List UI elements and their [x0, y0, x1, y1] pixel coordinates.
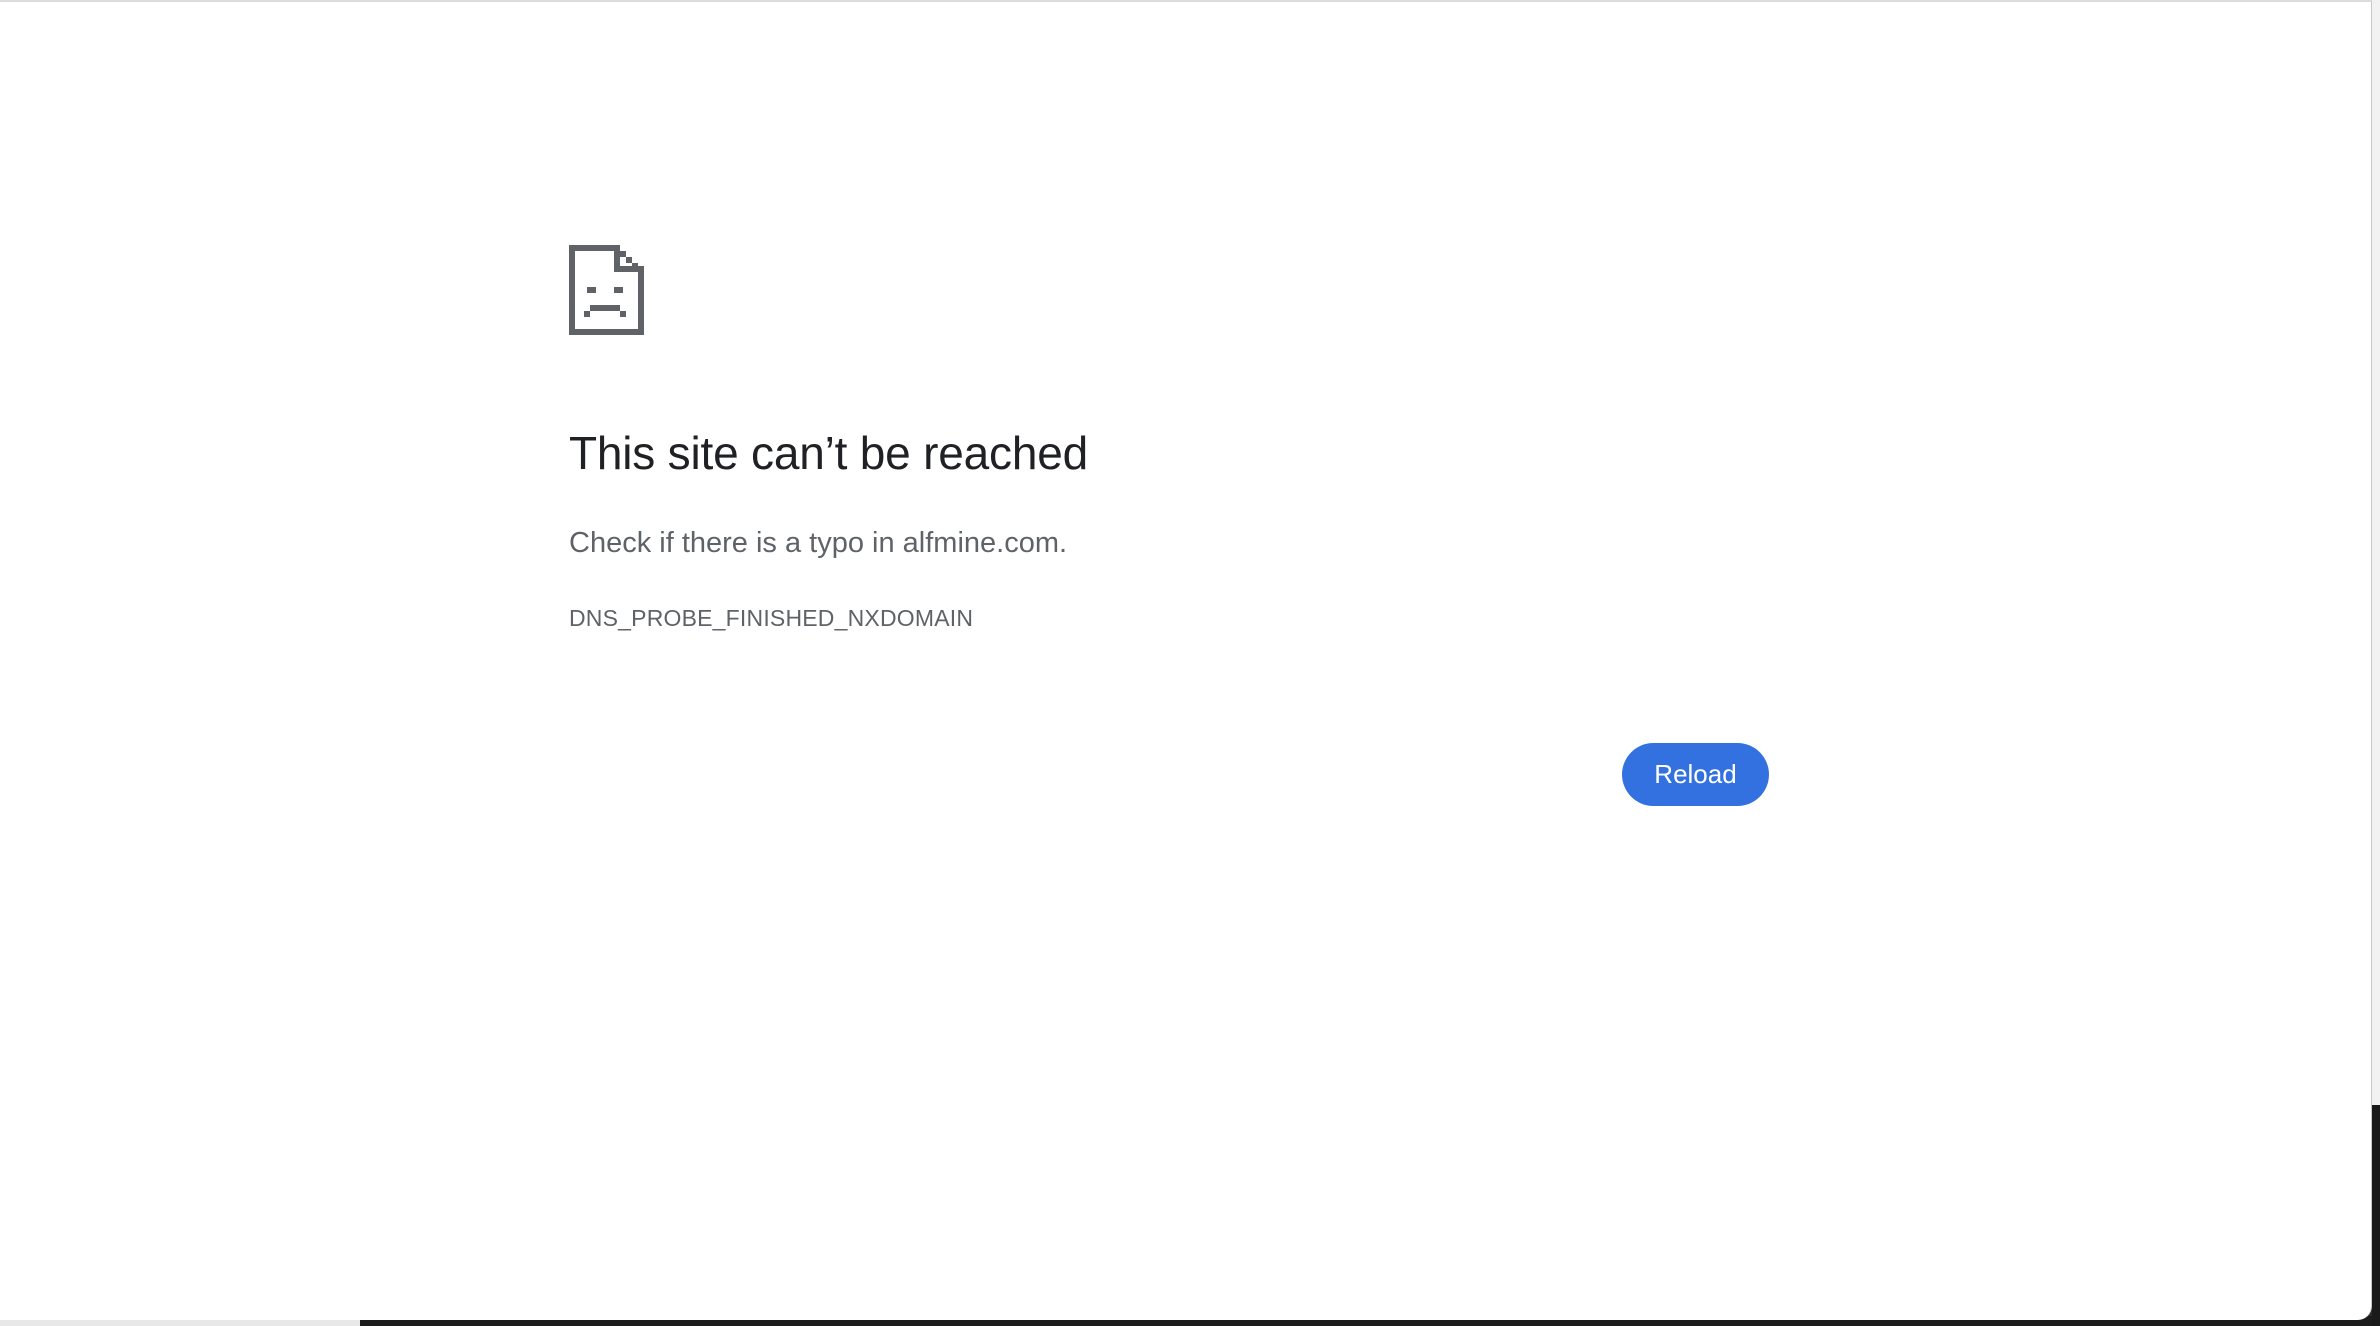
page-title: This site can’t be reached: [569, 427, 1088, 479]
error-code: DNS_PROBE_FINISHED_NXDOMAIN: [569, 605, 974, 631]
sad-page-icon: [569, 245, 644, 335]
reload-button[interactable]: Reload: [1622, 743, 1769, 806]
error-content: This site can’t be reached Check if ther…: [569, 245, 1769, 631]
browser-window: This site can’t be reached Check if ther…: [0, 0, 2372, 1320]
desktop-side-strip: [2372, 0, 2380, 1326]
desktop-dark-segment: [2372, 1105, 2380, 1326]
error-suggestion: Check if there is a typo in alfmine.com.: [569, 527, 1068, 559]
